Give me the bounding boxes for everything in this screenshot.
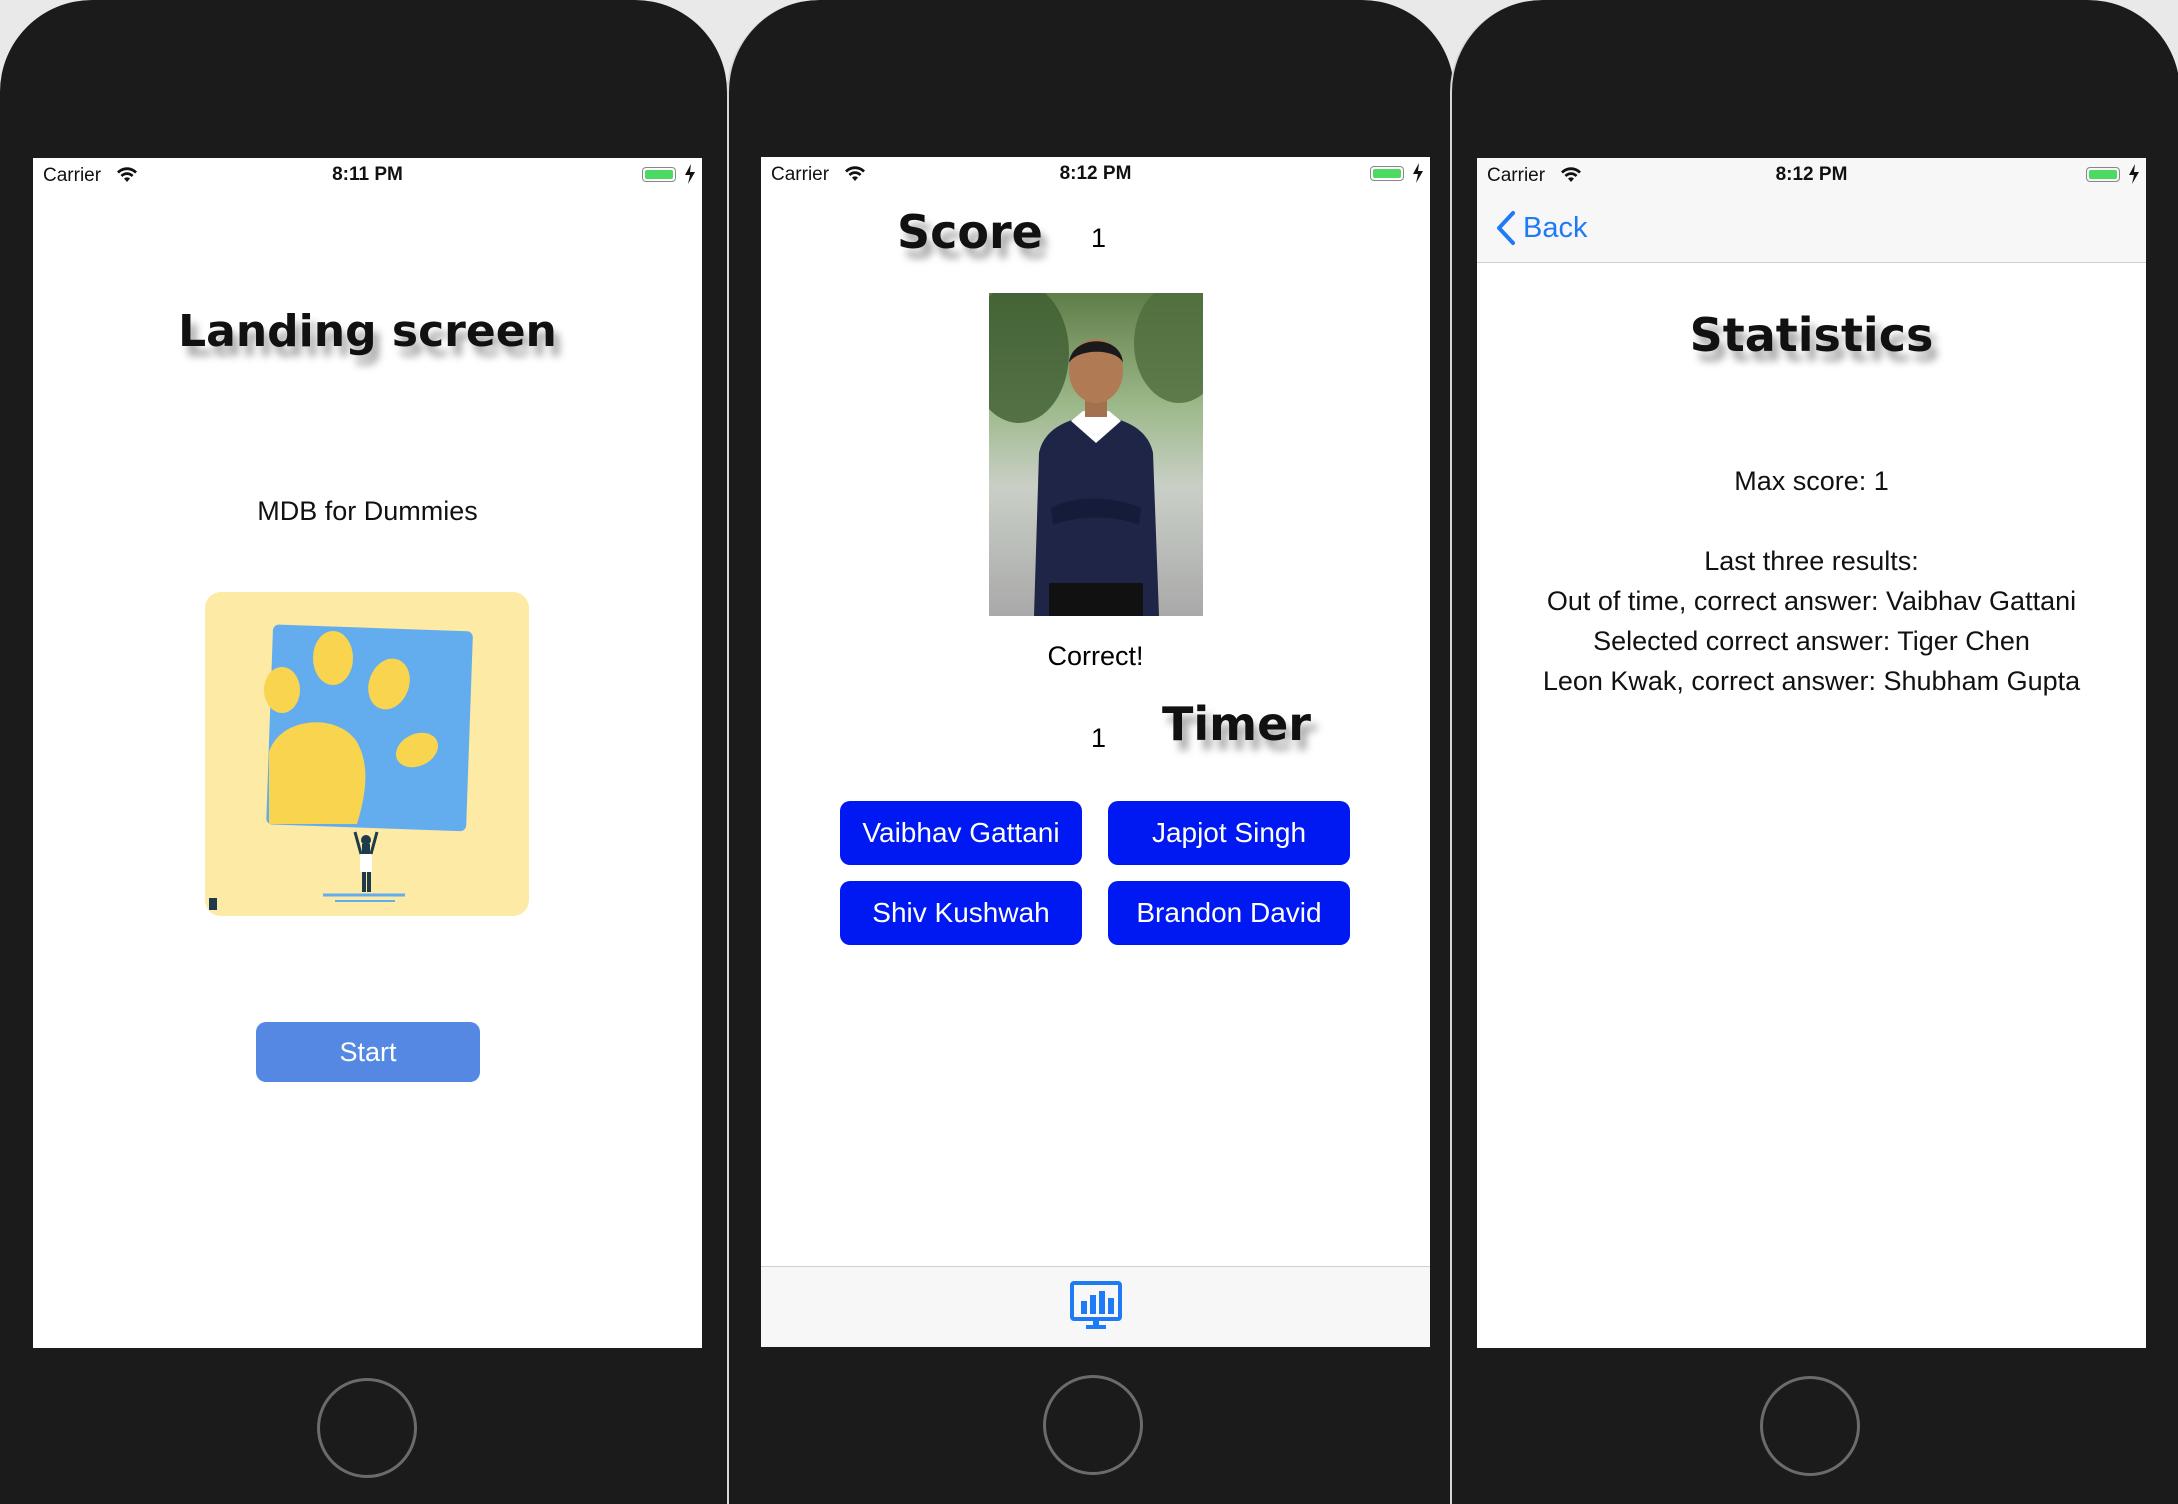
tab-bar [761,1266,1430,1347]
score-label: Score [897,205,1043,259]
home-button[interactable] [317,1378,417,1478]
page-title: Statistics [1689,308,1934,362]
battery-icon [2086,167,2120,182]
statistics-screen: Carrier 8:12 PM Back Statistics Max scor… [1477,158,2146,1348]
clock: 8:11 PM [332,164,403,185]
answer-button-4[interactable]: Brandon David [1108,881,1350,945]
result-item-3: Leon Kwak, correct answer: Shubham Gupta [1542,666,2081,696]
timer-value: 1 [1091,723,1107,753]
start-button[interactable]: Start [256,1022,480,1082]
member-photo [989,293,1203,616]
game-screen: Carrier 8:12 PM Score 1 Correct! 1 Timer… [761,157,1430,1347]
phone-statistics: Carrier 8:12 PM Back Statistics Max scor… [1450,0,2178,1504]
home-button[interactable] [1760,1376,1860,1476]
answer-button-1[interactable]: Vaibhav Gattani [840,801,1082,865]
home-button[interactable] [1043,1375,1143,1475]
back-button[interactable]: Back [1495,208,1587,248]
score-value: 1 [1091,223,1107,253]
result-text: Correct! [1047,641,1144,671]
navigation-bar: Back [1477,194,2146,263]
max-score: Max score: 1 [1734,466,1889,496]
clock: 8:12 PM [1775,164,1848,185]
statistics-icon[interactable] [1068,1279,1124,1335]
status-bar: Carrier 8:12 PM [761,157,1430,193]
answer-button-2[interactable]: Japjot Singh [1108,801,1350,865]
page-title: Landing screen [178,306,557,357]
chevron-left-icon [1497,211,1515,245]
mdb-paw-logo [205,592,529,916]
result-item-2: Selected correct answer: Tiger Chen [1593,626,2030,656]
phone-landing: Carrier 8:11 PM Landing screen MDB for D… [0,0,727,1504]
phone-game: Carrier 8:12 PM Score 1 Correct! 1 Timer… [727,0,1454,1504]
status-bar: Carrier 8:11 PM [33,158,702,194]
charging-icon [1413,163,1423,183]
clock: 8:12 PM [1059,163,1132,184]
status-bar: Carrier 8:12 PM [1477,158,2146,194]
answer-button-3[interactable]: Shiv Kushwah [840,881,1082,945]
back-label: Back [1523,211,1588,244]
last-results-header: Last three results: [1704,546,1919,576]
result-item-1: Out of time, correct answer: Vaibhav Gat… [1546,586,2077,616]
battery-icon [642,167,676,182]
charging-icon [685,164,695,184]
app-subtitle: MDB for Dummies [257,496,478,526]
battery-icon [1370,166,1404,181]
timer-label: Timer [1162,697,1311,751]
landing-screen: Carrier 8:11 PM Landing screen MDB for D… [33,158,702,1348]
charging-icon [2129,164,2139,184]
